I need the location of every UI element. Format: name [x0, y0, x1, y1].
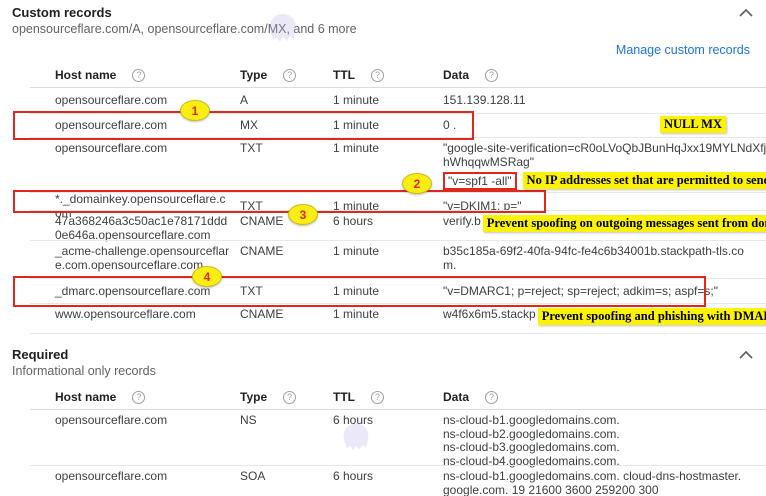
type-header: Type? — [240, 390, 333, 404]
data-header: Data? — [443, 390, 756, 404]
host-cell: opensourceflare.com — [55, 414, 240, 428]
ttl-cell: 6 hours — [333, 414, 443, 428]
annotation-number-4: 4 — [192, 266, 222, 287]
host-cell: www.opensourceflare.com — [55, 308, 240, 322]
help-icon[interactable]: ? — [485, 69, 498, 82]
table-row-a-record: opensourceflare.com A 1 minute 151.139.1… — [0, 88, 766, 114]
ttl-cell: 6 hours — [333, 470, 443, 484]
dns-records-page: Custom records opensourceflare.com/A, op… — [0, 0, 766, 496]
ttl-cell: 1 minute — [333, 119, 443, 133]
help-icon[interactable]: ? — [371, 69, 384, 82]
help-icon[interactable]: ? — [485, 391, 498, 404]
chevron-up-icon[interactable] — [738, 6, 754, 20]
help-icon[interactable]: ? — [283, 69, 296, 82]
data-header: Data? — [443, 68, 756, 82]
data-cell: "v=DMARC1; p=reject; sp=reject; adkim=s;… — [443, 285, 756, 299]
annotation-label-spoofing-outgoing: Prevent spoofing on outgoing messages se… — [483, 215, 766, 232]
data-cell: "google-site-verification=cR0oLVoQbJBunH… — [443, 142, 766, 190]
help-icon[interactable]: ? — [132, 391, 145, 404]
annotation-number-1: 1 — [180, 100, 210, 121]
host-cell: 47a368246a3c50ac1e78171ddd0e646a.opensou… — [55, 215, 240, 242]
table-row-acme-record: _acme-challenge.opensourceflare.com.open… — [0, 241, 766, 279]
table-row-mx-record: opensourceflare.com MX 1 minute 0 . 1 NU… — [0, 114, 766, 138]
annotation-number-2: 2 — [402, 173, 432, 194]
ttl-cell: 1 minute — [333, 94, 443, 108]
ttl-header: TTL? — [333, 390, 443, 404]
manage-custom-records-link[interactable]: Manage custom records — [616, 43, 750, 57]
section-subtitle: opensourceflare.com/A, opensourceflare.c… — [12, 21, 754, 37]
type-cell: TXT — [240, 285, 333, 299]
annotation-label-dmarc: Prevent spoofing and phishing with DMARC — [538, 308, 766, 325]
type-cell: CNAME — [240, 245, 333, 259]
host-cell: opensourceflare.com — [55, 94, 240, 108]
host-name-header: Host name? — [55, 68, 240, 82]
type-header: Type? — [240, 68, 333, 82]
type-cell: SOA — [240, 470, 333, 484]
table-row-www-record: www.opensourceflare.com CNAME 1 minute w… — [0, 304, 766, 334]
data-cell: ns-cloud-b1.googledomains.com. cloud-dns… — [443, 470, 756, 496]
table-row-ns-record: opensourceflare.com NS 6 hours ns-cloud-… — [0, 410, 766, 466]
section-subtitle: Informational only records — [12, 363, 754, 379]
section-title: Custom records — [12, 5, 754, 21]
type-cell: MX — [240, 119, 333, 133]
section-title: Required — [12, 347, 754, 363]
data-cell: 151.139.128.11 — [443, 94, 756, 108]
ttl-header: TTL? — [333, 68, 443, 82]
ttl-cell: 1 minute — [333, 308, 443, 322]
host-cell: opensourceflare.com — [55, 142, 240, 156]
type-cell: A — [240, 94, 333, 108]
help-icon[interactable]: ? — [371, 391, 384, 404]
ttl-cell: 6 hours — [333, 215, 443, 229]
type-cell: CNAME — [240, 308, 333, 322]
table-row-cname-verify-record: 47a368246a3c50ac1e78171ddd0e646a.opensou… — [0, 211, 766, 241]
ttl-cell: 1 minute — [333, 285, 443, 299]
host-name-header: Host name? — [55, 390, 240, 404]
ttl-cell: 1 minute — [333, 142, 443, 156]
required-records-header: Required Informational only records — [0, 342, 766, 379]
chevron-up-icon[interactable] — [738, 348, 754, 362]
data-cell: b35c185a-69f2-40fa-94fc-fe4c6b34001b.sta… — [443, 245, 756, 272]
custom-table-header: Host name? Type? TTL? Data? — [0, 63, 766, 87]
data-cell: w4f6x6m5.stackp Prevent spoofing and phi… — [443, 308, 766, 325]
table-row-dmarc-record: _dmarc.opensourceflare.com TXT 1 minute … — [0, 279, 766, 304]
annotation-number-3: 3 — [288, 204, 318, 225]
table-row-txt-spf-record: opensourceflare.com TXT 1 minute "google… — [0, 138, 766, 193]
type-cell: CNAME — [240, 215, 333, 229]
annotation-label-null-mx: NULL MX — [660, 116, 726, 133]
annotation-red-box-spf: "v=spf1 -all" — [443, 172, 517, 190]
type-cell: TXT — [240, 142, 333, 156]
ttl-cell: 1 minute — [333, 245, 443, 259]
help-icon[interactable]: ? — [132, 69, 145, 82]
cname-www-value: w4f6x6m5.stackp — [443, 308, 536, 322]
data-cell: verify.b Prevent spoofing on outgoing me… — [443, 215, 766, 232]
table-row-dkim-record: *._domainkey.opensourceflare.com TXT 1 m… — [0, 193, 766, 211]
host-cell: _dmarc.opensourceflare.com — [55, 285, 240, 299]
table-row-soa-record: opensourceflare.com SOA 6 hours ns-cloud… — [0, 466, 766, 496]
help-icon[interactable]: ? — [283, 391, 296, 404]
host-cell: opensourceflare.com — [55, 119, 240, 133]
txt-verification-value: "google-site-verification=cR0oLVoQbJBunH… — [443, 141, 766, 169]
annotation-label-spf: No IP addresses set that are permitted t… — [523, 172, 766, 189]
required-table-header: Host name? Type? TTL? Data? — [0, 385, 766, 409]
cname-verify-value: verify.b — [443, 215, 481, 229]
type-cell: NS — [240, 414, 333, 428]
custom-records-header: Custom records opensourceflare.com/A, op… — [0, 0, 766, 37]
data-cell: ns-cloud-b1.googledomains.com. ns-cloud-… — [443, 414, 756, 468]
host-cell: opensourceflare.com — [55, 470, 240, 484]
